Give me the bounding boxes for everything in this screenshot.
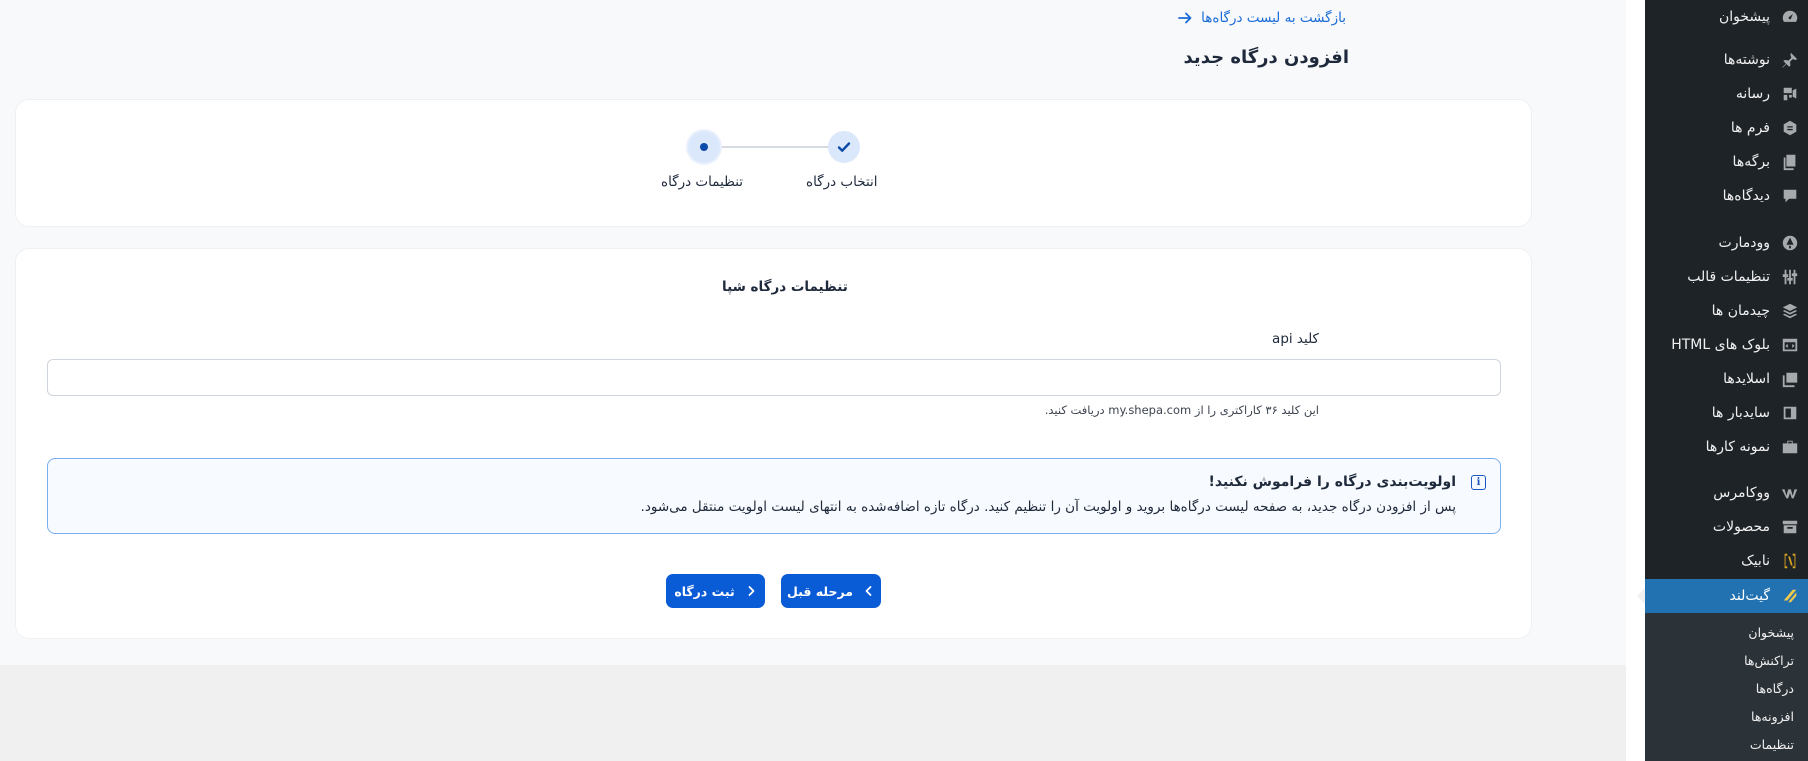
gateland-submenu: پیشخوان تراکنش‌ها درگاه‌ها افزونه‌ها تنظ… [1645, 613, 1808, 761]
submenu-item-gateways[interactable]: درگاه‌ها [1756, 681, 1794, 696]
sidebar-item-label: برگه‌ها [1732, 154, 1770, 170]
pages-icon [1772, 145, 1808, 179]
page-title: افزودن درگاه جدید [1183, 47, 1349, 68]
step-label-gateway-settings: تنظیمات درگاه [661, 174, 744, 190]
pin-icon [1772, 43, 1808, 77]
current-step-dot [700, 143, 708, 151]
sidebar-item-pages[interactable]: برگه‌ها [1645, 145, 1808, 179]
step-current-indicator [688, 131, 720, 163]
priority-notice: i اولویت‌بندی درگاه را فراموش نکنید! پس … [47, 458, 1501, 534]
submit-gateway-label: ثبت درگاه [674, 583, 735, 599]
sidebar-item-forms[interactable]: فرم ها [1645, 111, 1808, 145]
stepper-card [15, 99, 1532, 227]
sidebar-item-gateland[interactable]: گیت‌لند [1637, 579, 1808, 613]
api-key-label: کلید api [1272, 331, 1319, 347]
info-icon: i [1471, 475, 1486, 490]
api-key-input[interactable] [47, 359, 1501, 396]
submit-gateway-button[interactable]: ثبت درگاه [666, 574, 765, 608]
submenu-item-settings[interactable]: تنظیمات [1750, 737, 1794, 752]
stepper-connector [703, 146, 844, 148]
sidebar-item-portfolio[interactable]: نمونه کارها [1645, 430, 1808, 464]
sidebar-item-label: سایدبار ها [1711, 405, 1770, 421]
sidebar-item-label: رسانه [1735, 86, 1770, 102]
back-to-gateways-link[interactable]: بازگشت به لیست درگاه‌ها [1177, 10, 1346, 26]
sidebar-item-comments[interactable]: دیدگاه‌ها [1645, 179, 1808, 213]
gateland-icon [1772, 579, 1808, 613]
sidebar-item-label: وودمارت [1718, 235, 1770, 251]
dashboard-icon [1772, 0, 1808, 34]
layers-icon [1772, 294, 1808, 328]
sidebar-item-label: بلوک های HTML [1671, 337, 1770, 353]
step-label-select-gateway: انتخاب درگاه [806, 174, 878, 190]
sidebar-item-slides[interactable]: اسلایدها [1645, 362, 1808, 396]
sidebar-item-posts[interactable]: نوشته‌ها [1645, 43, 1808, 77]
sidebar-item-woocommerce[interactable]: ووکامرس [1645, 476, 1808, 510]
step-done-indicator [828, 131, 860, 163]
sidebar-item-label: نابیک [1741, 553, 1770, 569]
section-title: تنظیمات درگاه شپا [722, 279, 848, 295]
html-block-icon [1772, 328, 1808, 362]
chevron-left-icon [865, 586, 872, 596]
sidebar-item-label: فرم ها [1730, 120, 1770, 136]
arrow-right-icon [1178, 12, 1192, 24]
sidebar-item-label: نوشته‌ها [1723, 52, 1770, 68]
previous-step-label: مرحله قبل [787, 583, 854, 599]
sidebar-item-woodmart[interactable]: وودمارت [1645, 226, 1808, 260]
sidebar-item-label: دیدگاه‌ها [1722, 188, 1770, 204]
sidebar-item-dashboard[interactable]: پیشخوان [1645, 0, 1808, 34]
api-key-hint: این کلید ۳۶ کاراکتری را از my.shepa.com … [1044, 403, 1319, 417]
woocommerce-icon [1772, 476, 1808, 510]
content-edge [1626, 0, 1645, 761]
nabik-icon [1772, 544, 1808, 578]
admin-sidebar: پیشخوان نوشته‌ها رسانه فرم ها برگه‌ها دی… [1637, 0, 1808, 761]
sidebar-item-label: محصولات [1712, 519, 1770, 535]
settings-form-card [15, 248, 1532, 639]
forms-icon [1772, 111, 1808, 145]
chevron-right-icon [748, 586, 755, 596]
sidebar-item-nabik[interactable]: نابیک [1645, 544, 1808, 578]
previous-step-button[interactable]: مرحله قبل [781, 574, 881, 608]
media-icon [1772, 77, 1808, 111]
submenu-item-dashboard[interactable]: پیشخوان [1748, 625, 1794, 640]
main-content: بازگشت به لیست درگاه‌ها افزودن درگاه جدی… [0, 0, 1626, 665]
woodmart-icon [1772, 226, 1808, 260]
sidebar-icon [1772, 396, 1808, 430]
sliders-icon [1772, 260, 1808, 294]
sidebar-item-html-blocks[interactable]: بلوک های HTML [1645, 328, 1808, 362]
sidebar-item-sidebars[interactable]: سایدبار ها [1645, 396, 1808, 430]
back-link-label: بازگشت به لیست درگاه‌ها [1201, 10, 1346, 26]
sidebar-item-label: گیت‌لند [1729, 588, 1770, 604]
sidebar-item-label: نمونه کارها [1705, 439, 1770, 455]
sidebar-item-label: چیدمان ها [1711, 303, 1770, 319]
sidebar-item-products[interactable]: محصولات [1645, 510, 1808, 544]
products-icon [1772, 510, 1808, 544]
notice-body: پس از افزودن درگاه جدید، به صفحه لیست در… [640, 499, 1456, 515]
sidebar-item-layouts[interactable]: چیدمان ها [1645, 294, 1808, 328]
check-icon [837, 142, 851, 152]
sidebar-item-label: ووکامرس [1713, 485, 1770, 501]
sidebar-item-label: پیشخوان [1718, 9, 1770, 25]
submenu-item-addons[interactable]: افزونه‌ها [1751, 709, 1794, 724]
slides-icon [1772, 362, 1808, 396]
comments-icon [1772, 179, 1808, 213]
portfolio-icon [1772, 430, 1808, 464]
notice-title: اولویت‌بندی درگاه را فراموش نکنید! [1208, 474, 1456, 490]
sidebar-item-media[interactable]: رسانه [1645, 77, 1808, 111]
sidebar-item-theme-settings[interactable]: تنظیمات قالب [1645, 260, 1808, 294]
sidebar-item-label: اسلایدها [1723, 371, 1770, 387]
submenu-item-transactions[interactable]: تراکنش‌ها [1744, 653, 1794, 668]
sidebar-item-label: تنظیمات قالب [1687, 269, 1770, 285]
active-menu-arrow [1637, 588, 1645, 604]
